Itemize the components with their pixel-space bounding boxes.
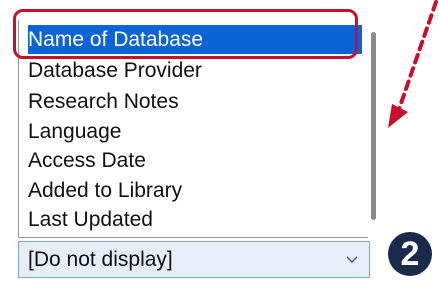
- screenshot-stage: Name of Database Database Provider Resea…: [0, 0, 439, 282]
- list-item-database-provider[interactable]: Database Provider: [28, 56, 202, 85]
- list-item-label: Added to Library: [28, 179, 183, 202]
- list-item-label: Language: [28, 120, 122, 143]
- list-item-label: Database Provider: [28, 59, 202, 82]
- list-item-label: Last Updated: [28, 208, 153, 231]
- list-item-label: Access Date: [28, 149, 146, 172]
- chevron-down-icon[interactable]: [345, 252, 359, 266]
- list-scrollbar[interactable]: [368, 20, 380, 238]
- scrollbar-thumb[interactable]: [371, 32, 376, 220]
- combobox-value: [Do not display]: [28, 248, 173, 271]
- list-item-label: Research Notes: [28, 90, 179, 113]
- list-item-research-notes[interactable]: Research Notes: [28, 87, 179, 116]
- dashed-arrow-icon: [388, 0, 438, 128]
- list-item-language[interactable]: Language: [28, 117, 121, 146]
- list-item-added-to-library[interactable]: Added to Library: [28, 176, 182, 205]
- list-item-last-updated[interactable]: Last Updated: [28, 205, 153, 234]
- selection-highlight-box: [13, 9, 358, 59]
- list-item-access-date[interactable]: Access Date: [28, 146, 146, 175]
- step-number-badge: 2: [388, 232, 432, 276]
- display-field-combobox[interactable]: [Do not display]: [18, 241, 370, 278]
